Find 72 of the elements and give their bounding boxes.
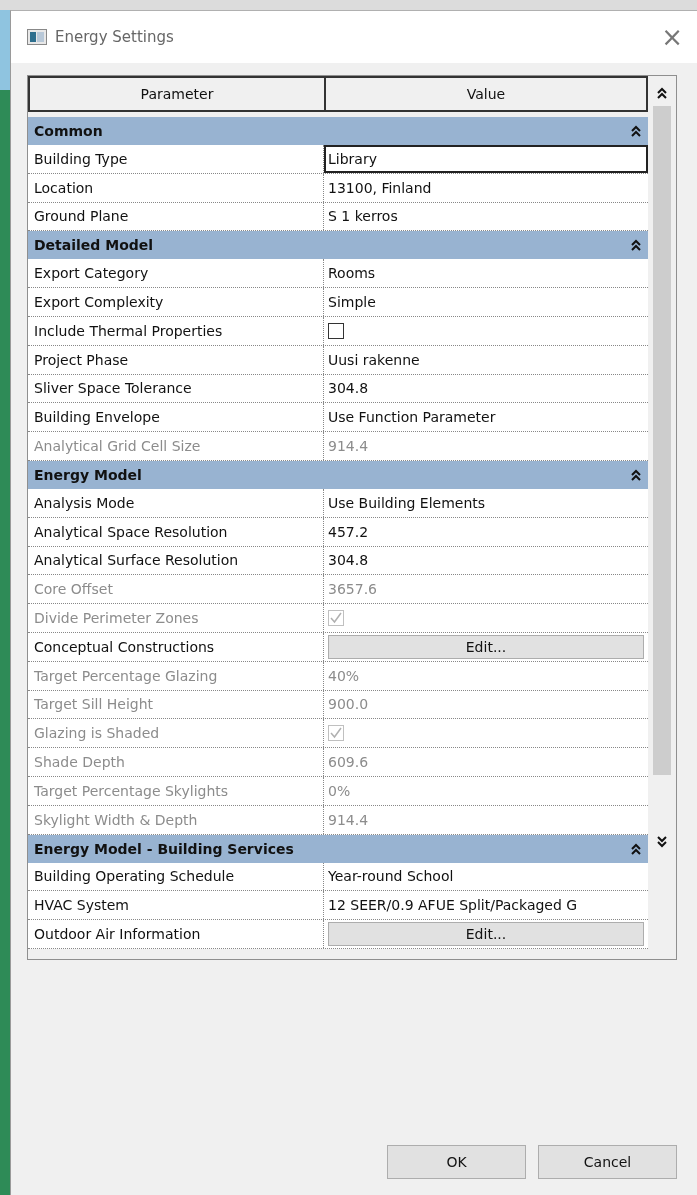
parameter-cell: Export Category [28, 259, 324, 288]
value-text: Uusi rakenne [328, 351, 420, 368]
value-cell[interactable]: 304.8 [324, 546, 648, 575]
parameter-cell: HVAC System [28, 891, 324, 920]
value-text: 0% [328, 782, 351, 799]
cancel-button[interactable]: Cancel [538, 1145, 677, 1179]
value-text: S 1 kerros [328, 208, 398, 225]
section-header[interactable]: Energy Model [28, 460, 648, 489]
parameter-cell: Building Envelope [28, 403, 324, 432]
column-header[interactable]: Value [326, 78, 646, 110]
value-text: Simple [328, 294, 376, 311]
section-header[interactable]: Energy Model - Building Services [28, 834, 648, 863]
value-cell[interactable]: Simple [324, 288, 648, 316]
value-text: Use Function Parameter [328, 409, 496, 426]
value-text: 609.6 [328, 754, 369, 771]
value-cell[interactable]: S 1 kerros [324, 202, 648, 231]
section-header[interactable]: Detailed Model [28, 231, 648, 260]
value-text: Year-round School [328, 868, 454, 885]
parameter-cell: Outdoor Air Information [28, 920, 324, 948]
section-title: Detailed Model [34, 237, 155, 254]
section-title: Energy Model [34, 466, 143, 483]
value-cell[interactable]: 457.2 [324, 517, 648, 546]
parameter-cell: Shade Depth [28, 748, 324, 776]
value-cell[interactable]: Use Function Parameter [324, 403, 648, 432]
parameter-cell: Include Thermal Properties [28, 317, 324, 345]
value-cell[interactable]: 12 SEER/0.9 AFUE Split/Packaged G [324, 891, 648, 920]
parameter-cell: Building Type [28, 145, 324, 173]
parameter-cell: Export Complexity [28, 288, 324, 316]
value-text: 304.8 [328, 552, 369, 569]
parameter-cell: Glazing is Shaded [28, 719, 324, 748]
parameter-cell: Building Operating Schedule [28, 862, 324, 891]
value-cell[interactable]: 304.8 [324, 374, 648, 403]
value-cell[interactable]: Year-round School [324, 862, 648, 891]
parameter-cell: Skylight Width & Depth [28, 805, 324, 834]
parameter-cell: Core Offset [28, 575, 324, 604]
value-cell[interactable]: Library [324, 145, 648, 173]
value-text: 900.0 [328, 696, 369, 713]
ok-button[interactable]: OK [387, 1145, 526, 1179]
value-text: Use Building Elements [328, 494, 486, 511]
value-cell[interactable]: Uusi rakenne [324, 345, 648, 374]
parameter-cell: Divide Perimeter Zones [28, 604, 324, 632]
parameter-cell: Target Percentage Glazing [28, 661, 324, 690]
value-text: 914.4 [328, 438, 369, 455]
value-text: Rooms [328, 265, 376, 282]
parameter-cell: Analytical Surface Resolution [28, 546, 324, 575]
parameter-cell: Location [28, 173, 324, 202]
parameter-cell: Project Phase [28, 345, 324, 374]
parameter-cell: Ground Plane [28, 202, 324, 231]
value-text: 13100, Finland [328, 179, 432, 196]
parameter-cell: Sliver Space Tolerance [28, 374, 324, 403]
parameter-cell: Conceptual Constructions [28, 632, 324, 661]
window-title: Energy Settings [55, 28, 175, 46]
value-text: 304.8 [328, 380, 369, 397]
value-cell[interactable]: 13100, Finland [324, 173, 648, 202]
parameter-cell: Analytical Space Resolution [28, 517, 324, 546]
section-title: Common [34, 123, 104, 139]
section-header[interactable]: Common [28, 117, 648, 145]
value-text: 3657.6 [328, 581, 377, 598]
value-text: 457.2 [328, 523, 369, 540]
parameter-cell: Target Sill Height [28, 690, 324, 719]
close-button[interactable]: × [657, 22, 687, 52]
parameter-cell: Analysis Mode [28, 488, 324, 517]
value-text: 12 SEER/0.9 AFUE Split/Packaged G [328, 897, 578, 914]
value-cell[interactable]: Rooms [324, 259, 648, 288]
value-text: 914.4 [328, 811, 369, 828]
value-cell[interactable]: Use Building Elements [324, 488, 648, 517]
value-text: Library [328, 150, 377, 167]
parameter-cell: Analytical Grid Cell Size [28, 432, 324, 460]
value-text: 40% [328, 667, 360, 684]
column-header[interactable]: Parameter [30, 78, 326, 110]
parameter-cell: Target Percentage Skylights [28, 776, 324, 805]
section-title: Energy Model - Building Services [34, 840, 295, 857]
